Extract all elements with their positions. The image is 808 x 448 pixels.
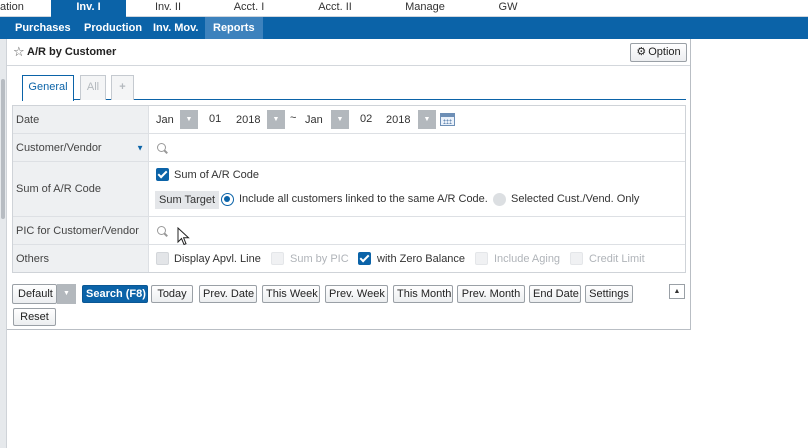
others-options: Display Apvl. Line Sum by PIC with Zero … bbox=[150, 245, 685, 272]
search-form: Date Jan ▼ 01 2018 ▼ ~ Jan ▼ 02 2018 ▼ C… bbox=[12, 105, 686, 273]
search-button[interactable]: Search (F8) bbox=[82, 285, 148, 303]
pic-field[interactable] bbox=[150, 217, 685, 244]
sum-target-label: Sum Target bbox=[155, 191, 220, 209]
tab-all[interactable]: All bbox=[80, 75, 106, 100]
sub-menu-item-production[interactable]: Production bbox=[76, 17, 150, 39]
customer-vendor-field[interactable] bbox=[150, 134, 685, 161]
sum-by-pic-label: Sum by PIC bbox=[290, 253, 349, 265]
mouse-cursor-icon bbox=[177, 227, 190, 246]
end-date-button[interactable]: End Date bbox=[529, 285, 581, 303]
this-week-button[interactable]: This Week bbox=[262, 285, 320, 303]
form-row-customer-vendor: Customer/Vendor ▼ bbox=[13, 134, 685, 162]
search-icon[interactable] bbox=[157, 143, 166, 152]
zero-balance-label: with Zero Balance bbox=[377, 253, 466, 265]
sum-ar-code-checkbox-label: Sum of A/R Code bbox=[174, 169, 259, 181]
to-day-input[interactable]: 02 bbox=[360, 113, 372, 125]
this-month-button[interactable]: This Month bbox=[393, 285, 453, 303]
to-month-select[interactable]: Jan bbox=[305, 114, 323, 126]
date-label: Date bbox=[13, 106, 149, 133]
report-panel: ☆ A/R by Customer ⚙ Option General All + … bbox=[7, 39, 691, 330]
from-year-select[interactable]: 2018 bbox=[236, 114, 260, 126]
sum-ar-code-checkbox[interactable] bbox=[156, 168, 169, 181]
tab-bar: General All + bbox=[22, 75, 686, 101]
top-menu-item-ation[interactable]: ation bbox=[0, 0, 32, 17]
include-aging-label: Include Aging bbox=[494, 253, 561, 265]
top-menu-item-inv-i[interactable]: Inv. I bbox=[51, 0, 126, 17]
tab-general[interactable]: General bbox=[22, 75, 74, 101]
option-button-label: Option bbox=[648, 46, 681, 58]
top-menu-item-gw[interactable]: GW bbox=[482, 0, 534, 17]
customer-vendor-label[interactable]: Customer/Vendor ▼ bbox=[13, 134, 149, 161]
star-outline-icon[interactable]: ☆ bbox=[13, 44, 25, 60]
others-label: Others bbox=[13, 245, 149, 272]
default-select[interactable]: Default bbox=[12, 284, 57, 304]
chevron-up-icon[interactable]: ▲ bbox=[669, 284, 685, 299]
from-month-select[interactable]: Jan bbox=[156, 114, 174, 126]
display-apvl-checkbox[interactable] bbox=[156, 252, 169, 265]
top-menu: ation Inv. I Inv. II Acct. I Acct. II Ma… bbox=[0, 0, 808, 17]
include-all-label: Include all customers linked to the same… bbox=[239, 193, 488, 205]
chevron-down-icon[interactable]: ▼ bbox=[418, 110, 436, 129]
settings-button[interactable]: Settings bbox=[585, 285, 633, 303]
selected-only-radio[interactable] bbox=[493, 193, 506, 206]
sub-menu: Purchases Production Inv. Mov. Reports bbox=[0, 17, 808, 39]
top-menu-item-acct-ii[interactable]: Acct. II bbox=[300, 0, 370, 17]
today-button[interactable]: Today bbox=[151, 285, 193, 303]
gear-icon: ⚙ bbox=[636, 46, 647, 58]
include-all-radio[interactable] bbox=[221, 193, 234, 206]
page-title: A/R by Customer bbox=[27, 46, 117, 58]
panel-titlebar: ☆ A/R by Customer ⚙ Option bbox=[7, 39, 690, 66]
scrollbar-thumb[interactable] bbox=[1, 79, 5, 219]
sub-menu-item-reports[interactable]: Reports bbox=[205, 17, 263, 39]
prev-date-button[interactable]: Prev. Date bbox=[199, 285, 257, 303]
option-button[interactable]: ⚙ Option bbox=[630, 43, 687, 62]
top-menu-item-acct-i[interactable]: Acct. I bbox=[214, 0, 284, 17]
display-apvl-label: Display Apvl. Line bbox=[174, 253, 261, 265]
calendar-icon[interactable] bbox=[440, 113, 455, 126]
sum-ar-code-label: Sum of A/R Code bbox=[13, 162, 149, 216]
chevron-down-icon[interactable]: ▼ bbox=[57, 284, 76, 304]
tab-add[interactable]: + bbox=[111, 75, 134, 100]
top-menu-item-manage[interactable]: Manage bbox=[385, 0, 465, 17]
date-range: Jan ▼ 01 2018 ▼ ~ Jan ▼ 02 2018 ▼ bbox=[150, 106, 685, 133]
to-year-select[interactable]: 2018 bbox=[386, 114, 410, 126]
form-row-others: Others Display Apvl. Line Sum by PIC wit… bbox=[13, 245, 685, 272]
form-row-date: Date Jan ▼ 01 2018 ▼ ~ Jan ▼ 02 2018 ▼ bbox=[13, 106, 685, 134]
sub-menu-item-inv-mov[interactable]: Inv. Mov. bbox=[145, 17, 206, 39]
credit-limit-label: Credit Limit bbox=[589, 253, 645, 265]
zero-balance-checkbox[interactable] bbox=[358, 252, 371, 265]
form-row-pic: PIC for Customer/Vendor bbox=[13, 217, 685, 245]
include-aging-checkbox[interactable] bbox=[475, 252, 488, 265]
search-icon[interactable] bbox=[157, 226, 166, 235]
pic-label: PIC for Customer/Vendor bbox=[13, 217, 149, 244]
top-menu-item-inv-ii[interactable]: Inv. II bbox=[137, 0, 199, 17]
left-scrollbar[interactable] bbox=[0, 39, 7, 448]
sum-ar-code-options: Sum of A/R Code Sum Target Include all c… bbox=[150, 162, 685, 216]
chevron-down-icon[interactable]: ▼ bbox=[180, 110, 198, 129]
selected-only-label: Selected Cust./Vend. Only bbox=[511, 193, 640, 205]
sub-menu-item-purchases[interactable]: Purchases bbox=[7, 17, 79, 39]
date-separator: ~ bbox=[290, 112, 297, 124]
reset-button[interactable]: Reset bbox=[13, 308, 56, 326]
from-day-input[interactable]: 01 bbox=[209, 113, 221, 125]
prev-month-button[interactable]: Prev. Month bbox=[457, 285, 525, 303]
chevron-down-icon[interactable]: ▼ bbox=[331, 110, 349, 129]
chevron-down-icon[interactable]: ▼ bbox=[267, 110, 285, 129]
dropdown-triangle-icon[interactable]: ▼ bbox=[136, 143, 144, 152]
prev-week-button[interactable]: Prev. Week bbox=[325, 285, 388, 303]
credit-limit-checkbox[interactable] bbox=[570, 252, 583, 265]
action-button-bar: Default ▼ Search (F8) Today Prev. Date T… bbox=[12, 284, 688, 326]
form-row-sum-ar-code: Sum of A/R Code Sum of A/R Code Sum Targ… bbox=[13, 162, 685, 217]
sum-by-pic-checkbox[interactable] bbox=[271, 252, 284, 265]
